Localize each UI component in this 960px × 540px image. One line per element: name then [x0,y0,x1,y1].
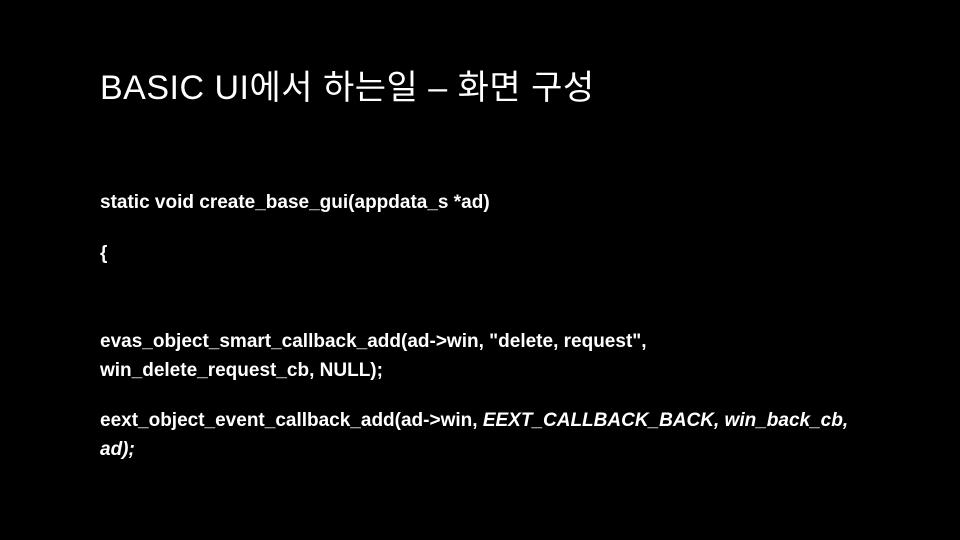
code-line-4-regular: eext_object_event_callback_add(ad->win, [100,410,483,431]
code-line-2: { [100,240,860,269]
code-block: static void create_base_gui(appdata_s *a… [100,189,860,464]
slide-title: BASIC UI에서 하는일 – 화면 구성 [100,60,860,109]
code-line-3: evas_object_smart_callback_add(ad->win, … [100,328,860,385]
slide-container: BASIC UI에서 하는일 – 화면 구성 static void creat… [0,0,960,540]
code-line-1: static void create_base_gui(appdata_s *a… [100,189,860,218]
code-line-4: eext_object_event_callback_add(ad->win, … [100,407,860,464]
